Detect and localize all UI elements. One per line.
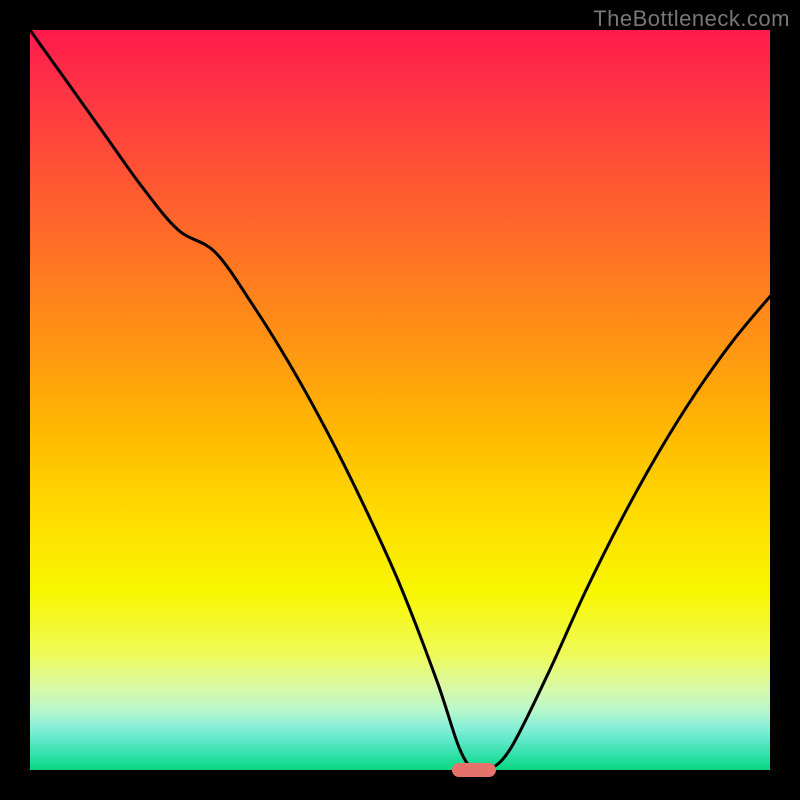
watermark-label: TheBottleneck.com [593, 6, 790, 32]
bottleneck-curve [30, 30, 770, 770]
plot-area [30, 30, 770, 770]
chart-container: TheBottleneck.com [0, 0, 800, 800]
curve-path [30, 30, 770, 770]
minimum-marker [452, 763, 496, 778]
